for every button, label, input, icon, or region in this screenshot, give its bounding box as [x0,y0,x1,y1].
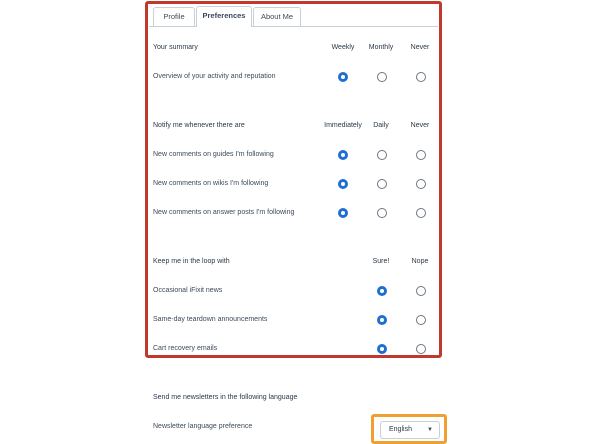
notify-heading: Notify me whenever there are [153,122,245,129]
tab-bar-divider [149,26,438,27]
tab-preferences[interactable]: Preferences [196,6,252,27]
loop-cart-sure-radio[interactable] [377,344,387,354]
caret-down-icon: ▼ [427,427,433,433]
loop-news-nope-radio[interactable] [416,286,426,296]
notify-answers-daily-radio[interactable] [377,208,387,218]
summary-never-radio[interactable] [416,72,426,82]
notify-wikis-daily-radio[interactable] [377,179,387,189]
loop-cart-nope-radio[interactable] [416,344,426,354]
notify-row-answers-label: New comments on answer posts I'm followi… [153,209,295,216]
notify-row-guides-label: New comments on guides I'm following [153,151,274,158]
loop-row-news-label: Occasional iFixit news [153,287,223,294]
notify-guides-immediately-radio[interactable] [338,150,348,160]
loop-teardown-nope-radio[interactable] [416,315,426,325]
language-select[interactable]: English ▼ [380,421,440,439]
loop-teardown-sure-radio[interactable] [377,315,387,325]
notify-wikis-never-radio[interactable] [416,179,426,189]
tab-profile[interactable]: Profile [153,7,195,26]
newsletter-heading: Send me newsletters in the following lan… [153,394,298,401]
loop-heading: Keep me in the loop with [153,258,230,265]
notify-row-wikis-label: New comments on wikis I'm following [153,180,269,187]
notify-guides-never-radio[interactable] [416,150,426,160]
language-select-value: English [389,426,412,433]
notify-answers-immediately-radio[interactable] [338,208,348,218]
summary-col-never: Never [410,44,430,51]
summary-row-label: Overview of your activity and reputation [153,73,276,80]
notify-guides-daily-radio[interactable] [377,150,387,160]
loop-row-cart-label: Cart recovery emails [153,345,218,352]
newsletter-language-label: Newsletter language preference [153,423,253,430]
loop-news-sure-radio[interactable] [377,286,387,296]
notify-col-never: Never [410,122,430,129]
summary-weekly-radio[interactable] [338,72,348,82]
summary-heading: Your summary [153,44,198,51]
tab-about-me[interactable]: About Me [253,7,301,26]
notify-wikis-immediately-radio[interactable] [338,179,348,189]
loop-col-nope: Nope [411,258,429,265]
notify-answers-never-radio[interactable] [416,208,426,218]
loop-row-teardown-label: Same-day teardown announcements [153,316,268,323]
summary-monthly-radio[interactable] [377,72,387,82]
